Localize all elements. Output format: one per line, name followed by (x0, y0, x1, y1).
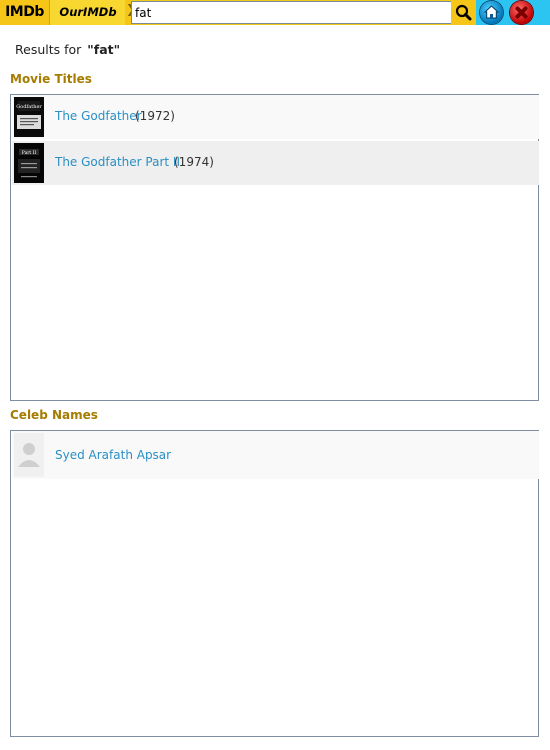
movie-poster-thumbnail[interactable]: Part II (14, 143, 44, 183)
movie-title-link[interactable]: The Godfather (55, 109, 142, 123)
movie-poster-thumbnail[interactable]: Godfather (14, 97, 44, 137)
list-item-movie[interactable]: Godfather The Godfather (1972) (12, 95, 539, 139)
movie-titles-heading: Movie Titles (10, 72, 92, 86)
results-heading: Results for "fat" (15, 42, 120, 57)
movie-title-link[interactable]: The Godfather Part II (55, 155, 180, 169)
movie-year: (1974) (174, 155, 214, 169)
home-icon (483, 5, 500, 19)
celeb-results-list[interactable]: Syed Arafath Apsar (10, 430, 539, 737)
list-item-celeb[interactable]: Syed Arafath Apsar (12, 431, 539, 479)
results-prefix: Results for (15, 42, 82, 57)
results-query: "fat" (87, 42, 121, 57)
avatar[interactable] (14, 433, 44, 477)
svg-text:Godfather: Godfather (16, 104, 42, 110)
search-input[interactable] (131, 1, 453, 24)
close-icon (515, 6, 528, 19)
svg-text:Part II: Part II (22, 150, 37, 156)
search-button[interactable] (451, 0, 476, 25)
celeb-names-heading: Celeb Names (10, 408, 98, 422)
ourimdb-logo[interactable]: OurIMDb (49, 0, 126, 25)
list-item-movie[interactable]: Part II The Godfather Part II (1974) (12, 141, 539, 185)
home-button[interactable] (480, 1, 503, 24)
celeb-name-link[interactable]: Syed Arafath Apsar (55, 448, 171, 462)
search-icon (455, 4, 472, 21)
top-bar: IMDb OurIMDb ❯ (0, 0, 550, 25)
person-placeholder-icon (14, 433, 44, 477)
movie-results-list[interactable]: Godfather The Godfather (1972) Part II T… (10, 94, 539, 401)
imdb-logo[interactable]: IMDb (0, 0, 49, 25)
close-button[interactable] (510, 1, 533, 24)
movie-year: (1972) (135, 109, 175, 123)
